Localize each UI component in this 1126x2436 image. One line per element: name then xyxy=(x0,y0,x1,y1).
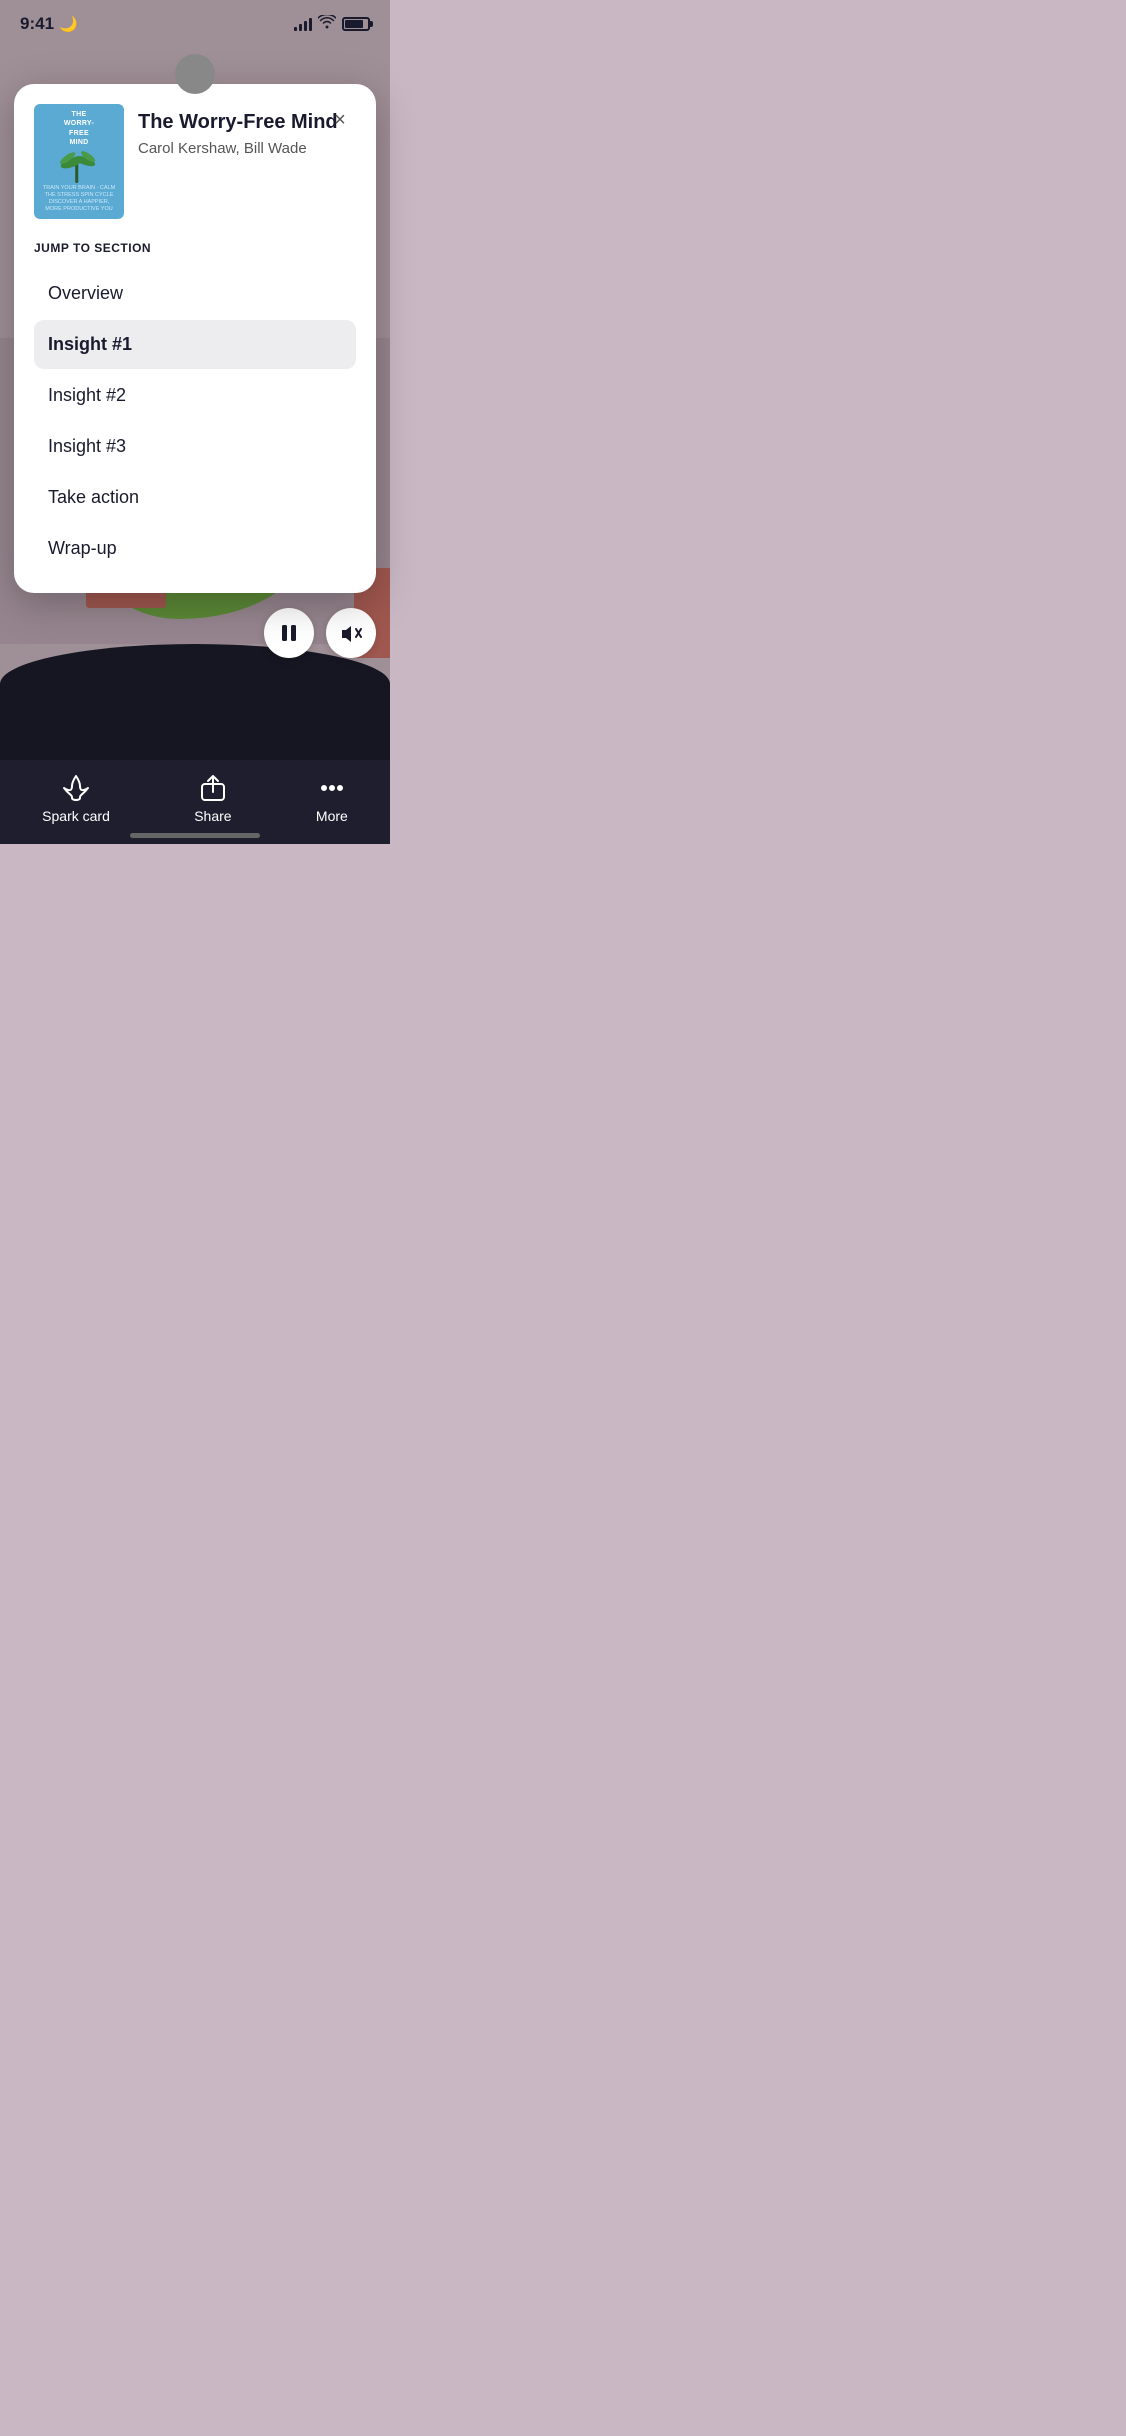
more-label: More xyxy=(316,808,348,824)
section-header-label: JUMP TO SECTION xyxy=(34,241,356,255)
toolbar-sparkcard[interactable]: Spark card xyxy=(42,774,110,824)
book-cover-palm xyxy=(49,149,109,183)
mute-button[interactable] xyxy=(326,608,376,658)
book-cover: THEWORRY-FREEMIND TRAIN YOUR BRAIN · CAL… xyxy=(34,104,124,219)
status-icons xyxy=(294,15,370,34)
jump-to-section-modal: THEWORRY-FREEMIND TRAIN YOUR BRAIN · CAL… xyxy=(14,84,376,593)
section-item-insight3[interactable]: Insight #3 xyxy=(34,422,356,471)
battery-icon xyxy=(342,17,370,31)
moon-icon: 🌙 xyxy=(59,15,78,33)
status-bar: 9:41 🌙 xyxy=(0,0,390,40)
section-list: Overview Insight #1 Insight #2 Insight #… xyxy=(34,269,356,573)
home-indicator xyxy=(130,833,260,838)
sparkcard-label: Spark card xyxy=(42,808,110,824)
toolbar-share[interactable]: Share xyxy=(194,774,231,824)
status-time: 9:41 xyxy=(20,14,54,34)
sparkcard-icon xyxy=(62,774,90,802)
modal-header: THEWORRY-FREEMIND TRAIN YOUR BRAIN · CAL… xyxy=(34,104,356,219)
pause-button[interactable] xyxy=(264,608,314,658)
bottom-toolbar: Spark card Share More xyxy=(0,760,390,844)
toolbar-more[interactable]: More xyxy=(316,774,348,824)
wifi-icon xyxy=(318,15,336,34)
more-icon xyxy=(318,774,346,802)
share-label: Share xyxy=(194,808,231,824)
drag-handle[interactable] xyxy=(175,54,215,94)
close-button[interactable]: × xyxy=(324,104,356,136)
playback-controls xyxy=(264,608,376,658)
book-author: Carol Kershaw, Bill Wade xyxy=(138,140,356,157)
section-item-overview[interactable]: Overview xyxy=(34,269,356,318)
section-item-insight2[interactable]: Insight #2 xyxy=(34,371,356,420)
signal-bars xyxy=(294,17,312,31)
section-item-takeaction[interactable]: Take action xyxy=(34,473,356,522)
section-item-wrapup[interactable]: Wrap-up xyxy=(34,524,356,573)
section-item-insight1[interactable]: Insight #1 xyxy=(34,320,356,369)
share-icon xyxy=(199,774,227,802)
